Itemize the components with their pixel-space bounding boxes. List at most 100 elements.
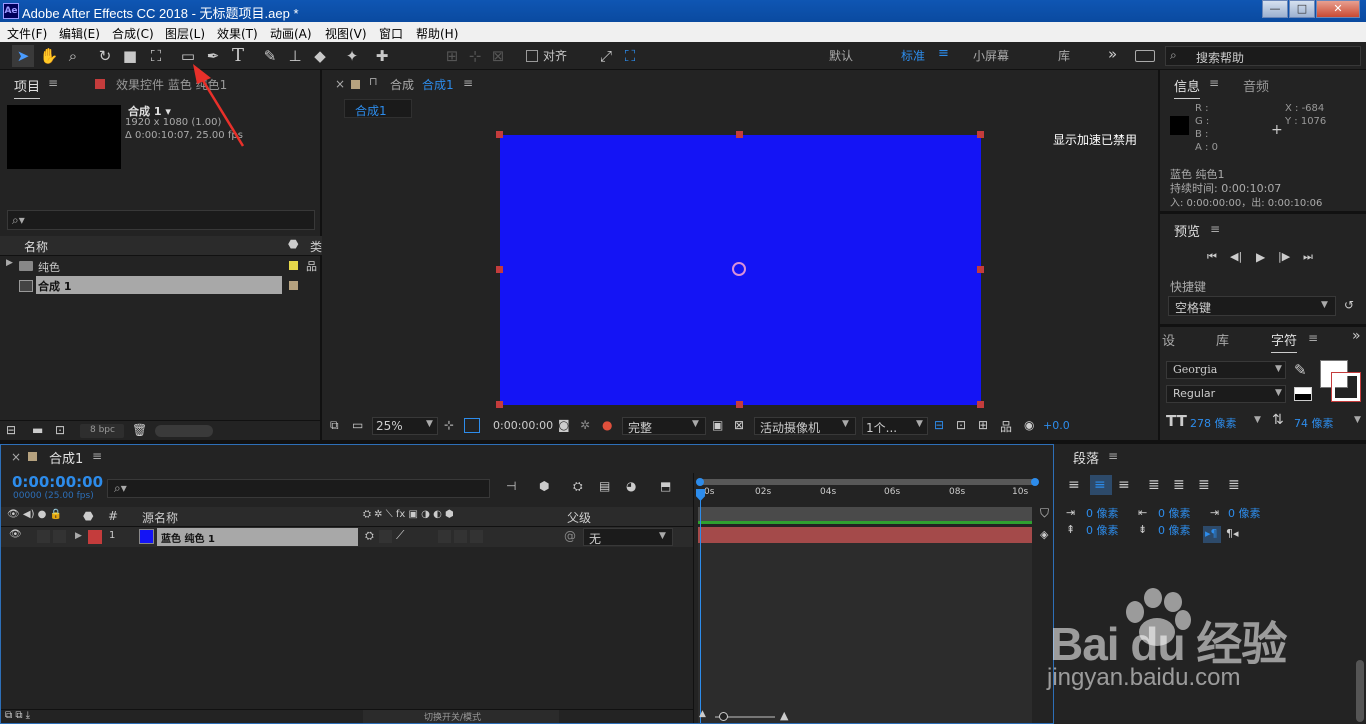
preview-menu-icon[interactable]: ≡ — [1210, 222, 1220, 236]
comp-marker-bin-icon[interactable]: ⛉ — [1040, 506, 1049, 521]
time-graph[interactable]: 0s 02s 04s 06s 08s 10s ⛉ ◈ — [693, 473, 1053, 723]
leading-value[interactable]: 74 像素 — [1294, 415, 1334, 431]
pixel-aspect-icon[interactable]: ⊟ — [934, 418, 944, 432]
menu-edit[interactable]: 编辑(E) — [59, 25, 100, 42]
ltr-direction-icon[interactable]: ▸¶ — [1205, 527, 1218, 540]
justify-all-icon[interactable]: ≣ — [1228, 477, 1240, 493]
eraser-tool-icon[interactable]: ◆ — [309, 45, 331, 67]
world-axis-icon[interactable]: ⊹ — [464, 45, 486, 67]
close-tab-icon[interactable]: × — [335, 77, 345, 91]
view-axis-icon[interactable]: ⊠ — [487, 45, 509, 67]
exposure-value[interactable]: +0.0 — [1043, 419, 1070, 432]
last-frame-icon[interactable]: ⏭ — [1303, 250, 1313, 264]
next-frame-icon[interactable]: |▶ — [1278, 250, 1290, 263]
brush-tool-icon[interactable]: ✎ — [259, 45, 281, 67]
align-left-icon[interactable]: ≡ — [1068, 477, 1080, 493]
zoom-out-icon[interactable]: ▲ — [699, 709, 706, 719]
handle-bm[interactable] — [736, 401, 743, 408]
snap-target-icon[interactable]: ⛶ — [619, 45, 641, 67]
tab-audio[interactable]: 音频 — [1243, 76, 1269, 95]
roi-icon[interactable]: ▣ — [712, 418, 723, 432]
align-right-icon[interactable]: ≡ — [1118, 477, 1130, 493]
indent-right-value[interactable]: 0 像素 — [1158, 505, 1191, 521]
tab-project[interactable]: 项目 — [14, 76, 41, 99]
workspace-overflow-icon[interactable]: » — [1108, 45, 1117, 63]
new-comp-icon[interactable]: ⊡ — [55, 423, 65, 437]
menu-effect[interactable]: 效果(T) — [217, 25, 258, 42]
font-family-select[interactable]: Georgia ▼ — [1166, 361, 1286, 379]
snap-checkbox[interactable] — [526, 50, 538, 62]
puppet-pin-tool-icon[interactable]: ✚ — [371, 45, 393, 67]
justify-right-icon[interactable]: ≣ — [1198, 477, 1210, 493]
anchor-point-icon[interactable] — [732, 262, 746, 276]
tab-character[interactable]: 字符 — [1271, 330, 1298, 353]
reset-icon[interactable]: ↺ — [1344, 298, 1354, 312]
solo-toggle[interactable] — [53, 530, 66, 543]
snap-option-icon[interactable]: ⤢ — [595, 45, 617, 67]
work-area-end-handle[interactable] — [1031, 478, 1039, 486]
interpret-footage-icon[interactable]: ⊟ — [6, 423, 16, 437]
first-frame-icon[interactable]: ⏮ — [1207, 250, 1217, 264]
project-scrollbar[interactable] — [155, 425, 213, 437]
label-color-swatch[interactable] — [289, 281, 298, 290]
always-preview-icon[interactable]: ⧉ — [330, 418, 339, 433]
sync-settings-icon[interactable] — [1135, 50, 1155, 62]
menu-animation[interactable]: 动画(A) — [270, 25, 312, 42]
comp-panel-menu-icon[interactable]: ≡ — [463, 76, 473, 90]
layer-label-color[interactable] — [88, 530, 102, 544]
timeline-search-input[interactable]: ⌕▾ — [107, 479, 490, 498]
no-fill-icon[interactable] — [1294, 387, 1312, 401]
selection-tool-icon[interactable]: ➤ — [12, 45, 34, 67]
justify-center-icon[interactable]: ≣ — [1173, 477, 1185, 493]
quality-switch-icon[interactable]: ⟋ — [396, 528, 404, 543]
comp-tab-name[interactable]: 合成1 — [422, 76, 454, 93]
draft-3d-icon[interactable]: ⬢ — [539, 479, 549, 493]
label-col-icon[interactable]: ⬣ — [288, 237, 298, 251]
roto-brush-tool-icon[interactable]: ✦ — [341, 45, 363, 67]
workspace-library[interactable]: 库 — [1058, 47, 1070, 64]
graph-editor-icon[interactable]: ⬒ — [660, 479, 671, 493]
paragraph-menu-icon[interactable]: ≡ — [1108, 449, 1118, 463]
space-after-value[interactable]: 0 像素 — [1158, 522, 1191, 538]
workspace-standard[interactable]: 标准 — [901, 47, 925, 64]
play-icon[interactable]: ▶ — [1256, 250, 1265, 264]
footer-toggle-icons[interactable]: ⧉ ⧉ ⤓ — [5, 710, 30, 721]
minimize-button[interactable]: — — [1262, 0, 1288, 18]
pickwhip-icon[interactable]: @ — [564, 529, 576, 543]
visibility-icon[interactable]: 👁 — [9, 529, 22, 540]
menu-window[interactable]: 窗口 — [379, 25, 403, 42]
reset-exposure-icon[interactable]: ◉ — [1024, 418, 1034, 432]
menu-layer[interactable]: 图层(L) — [165, 25, 205, 42]
zoom-tool-icon[interactable]: ⌕ — [62, 45, 84, 67]
close-button[interactable]: ✕ — [1316, 0, 1360, 18]
handle-ml[interactable] — [496, 266, 503, 273]
col-type[interactable]: 类 — [310, 238, 322, 255]
timeline-toggle-icon[interactable]: ⊞ — [978, 418, 988, 432]
tab-library[interactable]: 库 — [1216, 330, 1229, 349]
menu-file[interactable]: 文件(F) — [7, 25, 47, 42]
local-axis-icon[interactable]: ⊞ — [441, 45, 463, 67]
font-style-select[interactable]: Regular ▼ — [1166, 385, 1286, 403]
rotate-tool-icon[interactable]: ↻ — [94, 45, 116, 67]
tab-settings[interactable]: 设 — [1162, 330, 1175, 349]
new-folder-icon[interactable]: ▬ — [32, 423, 43, 437]
resolution-icon[interactable]: ⊹ — [444, 418, 454, 432]
motion-blur-switch[interactable] — [454, 530, 467, 543]
current-timecode[interactable]: 0:00:00:00 — [12, 473, 103, 491]
panel-scrollbar[interactable] — [1356, 660, 1364, 722]
col-parent[interactable]: 父级 — [567, 509, 591, 526]
handle-br[interactable] — [977, 401, 984, 408]
3d-switch[interactable] — [470, 530, 483, 543]
lock-icon[interactable]: ⊓ — [369, 75, 378, 88]
char-overflow-icon[interactable]: » — [1352, 328, 1361, 344]
trash-icon[interactable]: 🗑 — [132, 423, 147, 437]
frame-blending-icon[interactable]: ▤ — [599, 479, 610, 493]
shortcut-select[interactable]: 空格键 ▼ — [1168, 296, 1336, 316]
indent-left-value[interactable]: 0 像素 — [1086, 505, 1119, 521]
fx-switch[interactable] — [438, 530, 451, 543]
work-area-start-handle[interactable] — [696, 478, 704, 486]
char-menu-icon[interactable]: ≡ — [1308, 331, 1318, 345]
viewer[interactable]: 显示加速已禁用 — [324, 122, 1156, 412]
font-size-value[interactable]: 278 像素 — [1190, 415, 1237, 431]
show-snapshot-icon[interactable]: ✲ — [580, 418, 590, 432]
